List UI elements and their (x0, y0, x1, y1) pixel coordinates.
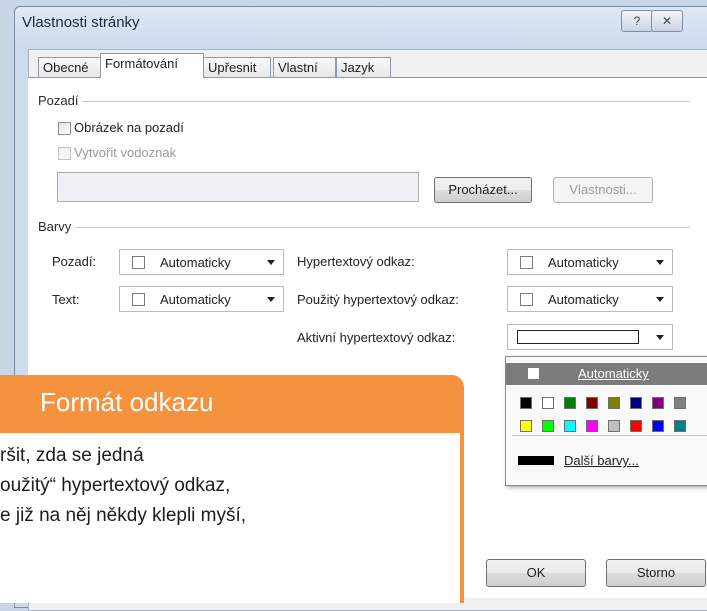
color-cell[interactable] (520, 397, 532, 409)
chevron-down-icon (656, 335, 664, 340)
tab-formatting[interactable]: Formátování (100, 53, 204, 78)
automatic-color-label: Automaticky (578, 366, 649, 381)
properties-button[interactable]: Vlastnosti... (553, 177, 653, 203)
chevron-down-icon (656, 260, 664, 265)
color-cell[interactable] (608, 420, 620, 432)
color-picker-popup: Automaticky Další barvy... (505, 356, 707, 486)
color-cell[interactable] (586, 420, 598, 432)
browse-button[interactable]: Procházet... (434, 177, 532, 203)
hyperlink-color-combo[interactable]: Automaticky (507, 249, 673, 275)
dialog-title: Vlastnosti stránky (22, 14, 140, 31)
color-cell[interactable] (542, 397, 554, 409)
color-cell[interactable] (674, 420, 686, 432)
chevron-down-icon (267, 260, 275, 265)
color-cell[interactable] (564, 420, 576, 432)
active-hyperlink-color-label: Aktivní hypertextový odkaz: (297, 330, 456, 345)
more-colors-swatch (518, 456, 554, 465)
text-color-combo[interactable]: Automaticky (119, 286, 284, 312)
tab-custom[interactable]: Vlastní (273, 57, 336, 77)
tab-advanced[interactable]: Upřesnit (203, 57, 271, 77)
background-color-value: Automaticky (160, 255, 231, 270)
callout-text-line-2: oužitý“ hypertextový odkaz, (0, 475, 231, 496)
color-cell[interactable] (542, 420, 554, 432)
watermark-label: Vytvořit vodoznak (74, 145, 177, 160)
color-cell[interactable] (630, 420, 642, 432)
background-group-line (40, 101, 690, 102)
ok-button[interactable]: OK (486, 559, 586, 587)
popup-divider (512, 435, 707, 436)
chevron-down-icon (656, 297, 664, 302)
help-button[interactable]: ? (621, 10, 653, 32)
hyperlink-color-value: Automaticky (548, 255, 619, 270)
colors-group-line (40, 227, 690, 228)
chevron-down-icon (267, 297, 275, 302)
callout-text-line-1: ršit, zda se jedná (0, 445, 144, 466)
color-cell[interactable] (608, 397, 620, 409)
color-cell[interactable] (564, 397, 576, 409)
color-swatch (132, 293, 145, 306)
close-button[interactable]: ✕ (651, 10, 683, 32)
more-colors-option[interactable]: Další barvy... (564, 453, 639, 468)
followed-hyperlink-color-value: Automaticky (548, 292, 619, 307)
cancel-button[interactable]: Storno (606, 559, 706, 587)
active-hyperlink-color-combo[interactable] (507, 324, 673, 350)
color-swatch (528, 368, 539, 379)
background-color-combo[interactable]: Automaticky (119, 249, 284, 275)
callout-text-line-3: e již na něj někdy klepli myší, (0, 505, 247, 526)
color-preview (517, 330, 639, 344)
text-color-value: Automaticky (160, 292, 231, 307)
more-colors-label: Další barvy... (564, 453, 639, 468)
callout-panel: Formát odkazu ršit, zda se jedná oužitý“… (0, 375, 464, 603)
watermark-checkbox[interactable] (58, 147, 71, 160)
background-color-label: Pozadí: (52, 254, 97, 269)
color-cell[interactable] (674, 397, 686, 409)
background-picture-label: Obrázek na pozadí (74, 120, 184, 135)
color-cell[interactable] (520, 420, 532, 432)
background-group-title: Pozadí (38, 93, 83, 108)
color-cell[interactable] (586, 397, 598, 409)
hyperlink-color-label: Hypertextový odkaz: (297, 254, 415, 269)
tab-language[interactable]: Jazyk (336, 57, 391, 77)
colors-group-title: Barvy (38, 219, 76, 234)
color-cell[interactable] (652, 397, 664, 409)
callout-header: Formát odkazu (0, 375, 464, 433)
followed-hyperlink-color-combo[interactable]: Automaticky (507, 286, 673, 312)
callout-title: Formát odkazu (40, 387, 214, 417)
background-path-field[interactable] (57, 172, 419, 202)
color-cell[interactable] (630, 397, 642, 409)
color-swatch (520, 293, 533, 306)
callout-body: ršit, zda se jedná oužitý“ hypertextový … (0, 433, 464, 603)
followed-hyperlink-color-label: Použitý hypertextový odkaz: (297, 292, 459, 307)
automatic-color-option[interactable]: Automaticky (506, 363, 707, 385)
color-cell[interactable] (652, 420, 664, 432)
tab-general[interactable]: Obecné (38, 57, 101, 77)
text-color-label: Text: (52, 292, 80, 307)
color-swatch (520, 256, 533, 269)
color-swatch (132, 256, 145, 269)
background-picture-checkbox[interactable] (58, 122, 71, 135)
